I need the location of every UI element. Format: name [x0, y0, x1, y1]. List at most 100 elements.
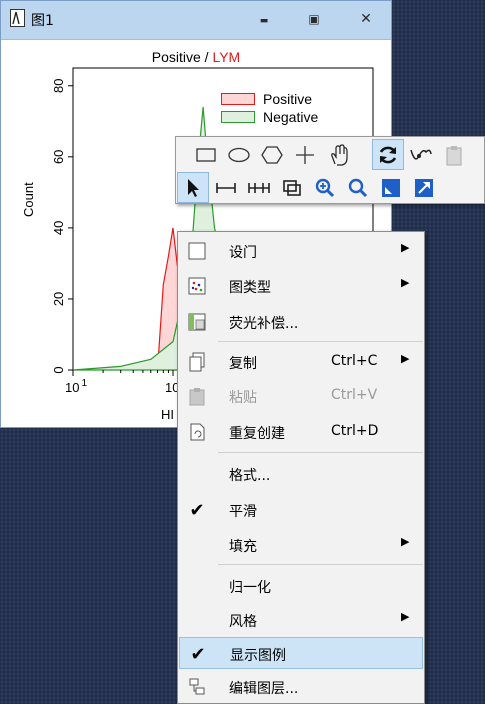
menu-label: 填充 — [229, 539, 257, 555]
y-tick-label: 20 — [51, 292, 66, 306]
menu-item-normalize[interactable]: 归一化 — [179, 570, 423, 602]
menu-item-plot-type[interactable]: 图类型 ▶ — [179, 270, 423, 302]
menu-item-duplicate[interactable]: 重复创建 Ctrl+D — [179, 416, 423, 448]
y-tick-label: 40 — [51, 221, 66, 235]
hand-icon — [331, 143, 348, 166]
menu-item-paste[interactable]: 粘贴 Ctrl+V — [179, 380, 423, 412]
legend-swatch-negative — [221, 111, 255, 123]
x-axis-label: HI — [161, 407, 174, 422]
context-menu: 设门 ▶ 图类型 ▶ 荧光补偿... 复制 Ctrl+C ▶ 粘贴 Ctrl+V… — [177, 231, 425, 704]
submenu-arrow-icon: ▶ — [401, 276, 410, 289]
y-tick-label: 60 — [51, 150, 66, 164]
zoom-out-button[interactable] — [342, 172, 374, 203]
menu-shortcut: Ctrl+V — [331, 387, 378, 403]
menu-item-smooth[interactable]: ✔ 平滑 — [179, 494, 423, 526]
menu-item-compensation[interactable]: 荧光补偿... — [179, 306, 423, 338]
title-bar[interactable]: 图1 ▬ ▣ ✕ — [1, 1, 391, 40]
expand-icon — [415, 178, 433, 197]
restore-button[interactable] — [375, 172, 407, 203]
maximize-button[interactable]: ▣ — [299, 7, 329, 31]
paste-icon — [187, 386, 207, 406]
multi-range-gate-button[interactable] — [243, 172, 275, 203]
range-gate-button[interactable] — [210, 172, 242, 203]
menu-label: 重复创建 — [229, 426, 285, 442]
gate-icon — [187, 241, 207, 261]
crosshair-icon — [296, 145, 314, 164]
polygon-gate-button[interactable] — [256, 139, 288, 170]
menu-shortcut: Ctrl+D — [331, 423, 379, 439]
copy-disabled-button[interactable] — [438, 139, 470, 170]
spline-icon — [410, 149, 432, 160]
range-icon — [216, 182, 236, 193]
zoom-out-icon — [348, 178, 368, 197]
menu-shortcut: Ctrl+C — [331, 353, 378, 369]
menu-item-format[interactable]: 格式... — [179, 458, 423, 490]
menu-label: 平滑 — [229, 504, 257, 520]
menu-item-gate[interactable]: 设门 ▶ — [179, 235, 423, 267]
menu-label: 编辑图层... — [229, 681, 299, 697]
menu-label: 格式... — [229, 468, 271, 484]
menu-separator — [218, 452, 423, 453]
menu-item-style[interactable]: 风格 ▶ — [179, 604, 423, 636]
overlay-button[interactable] — [276, 172, 308, 203]
maximize-plot-button[interactable] — [408, 172, 440, 203]
minimize-icon: ▬ — [259, 16, 269, 26]
crosshair-gate-button[interactable] — [289, 139, 321, 170]
y-axis-label: Count — [21, 182, 36, 217]
legend-item-negative: Negative — [221, 108, 318, 126]
chart-legend: Positive Negative — [221, 90, 318, 126]
menu-label: 风格 — [229, 614, 257, 630]
duplicate-icon — [187, 422, 207, 442]
multi-range-icon — [248, 182, 270, 193]
zoom-in-button[interactable] — [309, 172, 341, 203]
legend-swatch-positive — [221, 93, 255, 105]
clipboard-disabled-icon — [446, 145, 462, 165]
menu-item-fill[interactable]: 填充 ▶ — [179, 529, 423, 561]
menu-label: 荧光补偿... — [229, 316, 299, 332]
polygon-icon — [261, 145, 283, 164]
refresh-button[interactable] — [372, 139, 404, 170]
spline-gate-button[interactable] — [405, 139, 437, 170]
menu-label: 归一化 — [229, 580, 271, 596]
legend-item-positive: Positive — [221, 90, 318, 108]
pointer-button[interactable] — [177, 172, 209, 203]
maximize-icon: ▣ — [308, 12, 320, 26]
restore-icon — [382, 178, 400, 197]
pan-button[interactable] — [323, 139, 355, 170]
submenu-arrow-icon: ▶ — [401, 241, 410, 254]
rectangle-gate-button[interactable] — [190, 139, 222, 170]
overlay-icon — [283, 179, 301, 196]
zoom-in-icon — [315, 178, 335, 197]
gate-toolbar — [175, 136, 485, 204]
menu-item-edit-layers[interactable]: 编辑图层... — [179, 671, 423, 703]
refresh-icon — [379, 146, 397, 163]
y-tick-label: 0 — [51, 366, 66, 373]
menu-label: 显示图例 — [230, 648, 286, 664]
close-icon: ✕ — [360, 11, 372, 27]
ellipse-icon — [228, 147, 250, 162]
y-tick-label: 80 — [51, 79, 66, 93]
menu-separator — [218, 341, 423, 342]
pointer-icon — [188, 178, 199, 197]
menu-label: 设门 — [229, 245, 257, 261]
check-icon: ✔ — [189, 499, 205, 521]
ellipse-gate-button[interactable] — [223, 139, 255, 170]
minimize-button[interactable]: ▬ — [249, 7, 279, 31]
submenu-arrow-icon: ▶ — [401, 535, 410, 548]
close-button[interactable]: ✕ — [351, 7, 381, 31]
menu-label: 复制 — [229, 356, 257, 372]
window-title: 图1 — [31, 13, 54, 29]
menu-label: 图类型 — [229, 280, 271, 296]
legend-label-positive: Positive — [263, 91, 313, 107]
dot-plot-icon — [187, 276, 207, 296]
submenu-arrow-icon: ▶ — [401, 610, 410, 623]
submenu-arrow-icon: ▶ — [401, 352, 410, 365]
copy-icon — [187, 352, 207, 372]
rectangle-icon — [196, 147, 216, 162]
menu-separator — [218, 564, 423, 565]
histogram-app-icon — [10, 9, 25, 27]
menu-item-show-legend[interactable]: ✔ 显示图例 — [179, 637, 423, 669]
menu-item-copy[interactable]: 复制 Ctrl+C ▶ — [179, 346, 423, 378]
layers-icon — [187, 677, 207, 697]
legend-label-negative: Negative — [263, 109, 319, 125]
